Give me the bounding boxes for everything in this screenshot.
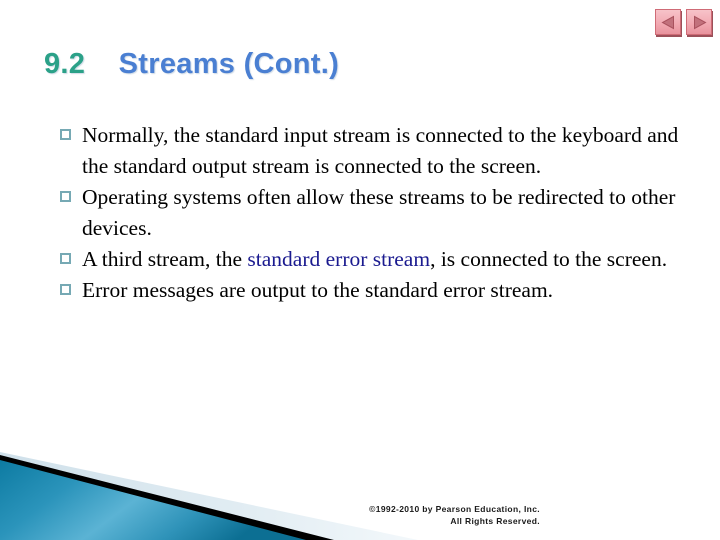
square-bullet-icon: [60, 191, 71, 202]
text-run: A third stream, the: [82, 247, 248, 271]
previous-slide-button[interactable]: [655, 9, 681, 35]
decor-teal-wedge: [0, 460, 306, 540]
text-run: Operating systems often allow these stre…: [82, 185, 676, 240]
square-bullet-icon: [60, 253, 71, 264]
square-bullet-icon: [60, 129, 71, 140]
copyright-line-1: ©1992-2010 by Pearson Education, Inc.: [369, 504, 540, 514]
bullet-item: A third stream, the standard error strea…: [60, 244, 685, 275]
text-run: Error messages are output to the standar…: [82, 278, 554, 302]
bullet-text: Operating systems often allow these stre…: [82, 182, 685, 244]
slide-title: 9.2 Streams (Cont.): [44, 48, 664, 92]
bullet-item: Normally, the standard input stream is c…: [60, 120, 685, 182]
decor-black-band: [0, 455, 334, 540]
slide-title-number: 9.2: [44, 48, 86, 80]
text-run: Normally, the standard input stream is c…: [82, 123, 679, 178]
bullet-text: Normally, the standard input stream is c…: [82, 120, 685, 182]
square-bullet-icon: [60, 284, 71, 295]
copyright-line-2: All Rights Reserved.: [450, 516, 540, 526]
bullet-item: Operating systems often allow these stre…: [60, 182, 685, 244]
slide-canvas: 9.2 Streams (Cont.) Normally, the standa…: [0, 0, 720, 540]
slide-title-text: Streams (Cont.): [118, 48, 340, 80]
bullet-item: Error messages are output to the standar…: [60, 275, 685, 306]
slide-navigation-controls: [655, 9, 712, 35]
next-slide-button[interactable]: [686, 9, 712, 35]
text-run: , is connected to the screen.: [430, 247, 668, 271]
copyright-footer: ©1992-2010 by Pearson Education, Inc. Al…: [330, 503, 540, 527]
highlighted-term: standard error stream: [247, 247, 431, 271]
bullet-text: A third stream, the standard error strea…: [82, 244, 685, 275]
slide-body-bullet-list: Normally, the standard input stream is c…: [60, 120, 685, 306]
triangle-right-icon: [692, 15, 707, 30]
triangle-left-icon: [660, 15, 676, 30]
bullet-text: Error messages are output to the standar…: [82, 275, 685, 306]
